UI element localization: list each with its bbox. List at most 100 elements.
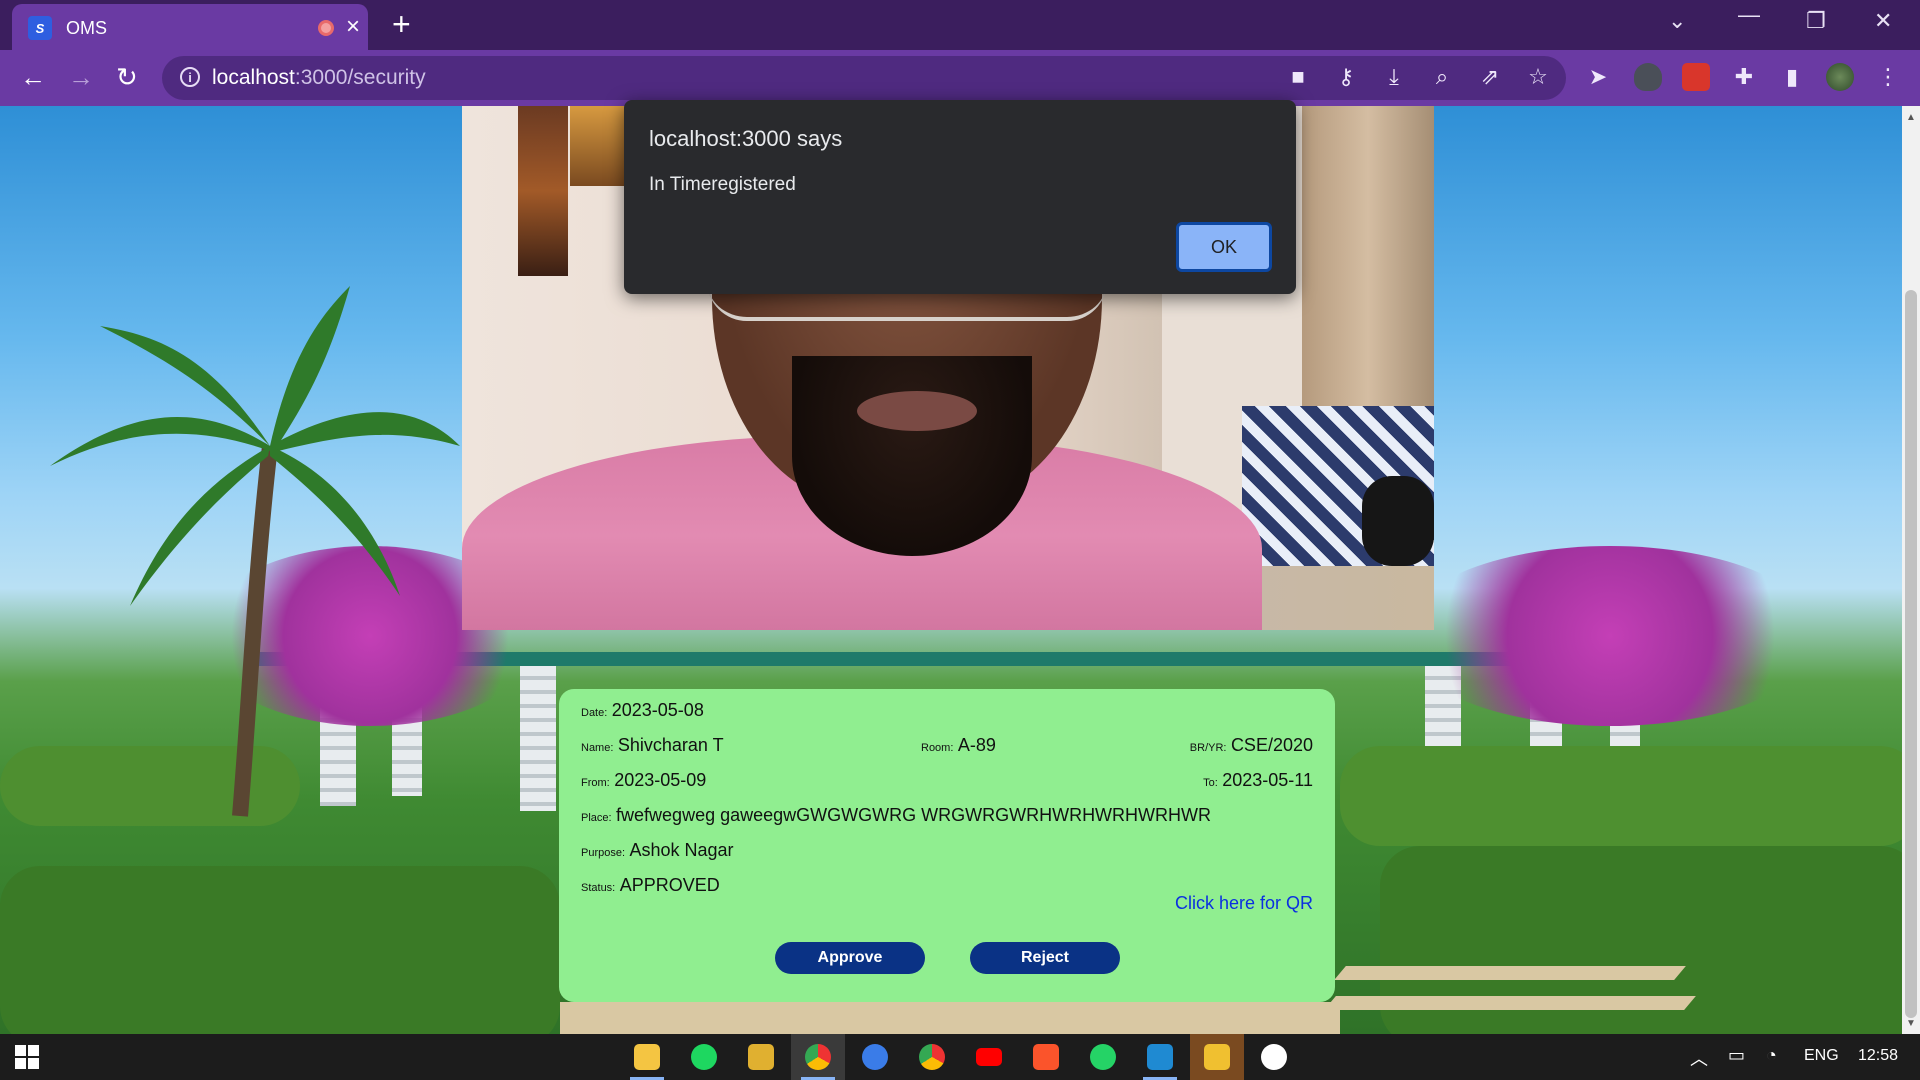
dialog-message: In Timeregistered <box>649 174 796 195</box>
start-button[interactable] <box>0 1034 54 1080</box>
spotify-icon <box>691 1044 717 1070</box>
taskbar-youtube[interactable] <box>962 1034 1016 1080</box>
youtube-icon <box>976 1048 1002 1066</box>
reload-button[interactable]: ↻ <box>116 62 138 93</box>
share-icon[interactable]: ⇗ <box>1476 64 1504 90</box>
purpose-value: Ashok Nagar <box>629 840 734 860</box>
status-label: Status: <box>581 882 616 894</box>
extensions-puzzle-icon[interactable]: ✚ <box>1730 64 1758 90</box>
tab-search-chevron-icon[interactable]: ⌄ <box>1668 8 1686 34</box>
restore-button[interactable]: ❐ <box>1806 8 1826 34</box>
taskbar-chrome-active[interactable] <box>791 1034 845 1080</box>
brave-icon <box>1033 1044 1059 1070</box>
ublock-extension-icon[interactable] <box>1634 63 1662 91</box>
reject-button[interactable]: Reject <box>970 942 1120 974</box>
place-field: Place: fwefwegweg gaweegwGWGWGWRG WRGWRG… <box>581 805 1211 826</box>
scrollbar-thumb[interactable] <box>1905 290 1917 1018</box>
tab-title: OMS <box>66 18 108 38</box>
purpose-label: Purpose: <box>581 847 626 859</box>
place-label: Place: <box>581 812 612 824</box>
taskbar-whatsapp[interactable] <box>1076 1034 1130 1080</box>
alert-dialog: localhost:3000 says In Timeregistered OK <box>624 100 1296 294</box>
minimize-button[interactable]: — <box>1738 2 1760 28</box>
taskbar-brave[interactable] <box>1019 1034 1073 1080</box>
app-folder-icon <box>1204 1044 1230 1070</box>
name-field: Name: Shivcharan T <box>581 735 724 756</box>
chrome-icon <box>919 1044 945 1070</box>
tab-strip: S OMS × + ⌄ — ❐ ✕ <box>0 0 1920 50</box>
date-field: Date: 2023-05-08 <box>581 700 704 721</box>
back-button[interactable]: ← <box>20 62 46 93</box>
browser-menu-icon[interactable]: ⋮ <box>1874 64 1902 90</box>
room-label: Room: <box>921 742 954 754</box>
forward-button[interactable]: → <box>68 62 94 93</box>
windows-logo-icon <box>15 1045 39 1069</box>
status-field: Status: APPROVED <box>581 875 720 896</box>
taskbar-app-yellow[interactable] <box>734 1034 788 1080</box>
language-indicator[interactable]: ENG <box>1804 1047 1839 1065</box>
close-window-button[interactable]: ✕ <box>1874 8 1892 34</box>
battery-icon[interactable]: ▭ <box>1728 1045 1745 1066</box>
tab-oms[interactable]: S OMS × <box>12 4 368 50</box>
place-value: fwefwegweg gaweegwGWGWGWRG WRGWRGWRHWRHW… <box>616 805 1212 825</box>
date-label: Date: <box>581 707 608 719</box>
url-text[interactable]: localhost:3000/security <box>212 66 426 90</box>
browser-toolbar: ← → ↻ i localhost:3000/security ■ ⚷ ⤓ ⌕ … <box>0 50 1920 106</box>
chrome-icon <box>805 1044 831 1070</box>
site-info-icon[interactable]: i <box>180 67 200 87</box>
url-host: localhost <box>212 66 295 89</box>
name-label: Name: <box>581 742 614 754</box>
bryr-label: BR/YR: <box>1189 742 1227 754</box>
room-value: A-89 <box>957 735 996 755</box>
camera-icon[interactable]: ■ <box>1284 64 1312 90</box>
from-field: From: 2023-05-09 <box>581 770 706 791</box>
file-explorer-icon <box>634 1044 660 1070</box>
wifi-icon[interactable]: ◔ <box>1766 1045 1777 1066</box>
app-white-icon <box>1261 1044 1287 1070</box>
new-tab-button[interactable]: + <box>392 6 411 43</box>
url-path: :3000/security <box>294 66 426 89</box>
status-value: APPROVED <box>619 875 720 895</box>
from-label: From: <box>581 777 610 789</box>
dialog-ok-button[interactable]: OK <box>1176 222 1272 272</box>
whatsapp-icon <box>1090 1044 1116 1070</box>
taskbar-app-folder[interactable] <box>1190 1034 1244 1080</box>
red-extension-icon[interactable] <box>1682 63 1710 91</box>
clock[interactable]: 12:58 <box>1858 1047 1898 1065</box>
side-panel-icon[interactable]: ▮ <box>1778 64 1806 90</box>
tray-chevron-icon[interactable]: ︿ <box>1690 1045 1708 1071</box>
bookmark-star-icon[interactable]: ☆ <box>1524 64 1552 90</box>
taskbar-file-explorer[interactable] <box>620 1034 674 1080</box>
taskbar-chrome[interactable] <box>905 1034 959 1080</box>
taskbar-spotify[interactable] <box>677 1034 731 1080</box>
install-icon[interactable]: ⤓ <box>1380 64 1408 90</box>
qr-link[interactable]: Click here for QR <box>1175 893 1313 914</box>
date-value: 2023-05-08 <box>611 700 704 720</box>
vscode-icon <box>1147 1044 1173 1070</box>
zoom-icon[interactable]: ⌕ <box>1428 64 1456 90</box>
app-blue-icon <box>862 1044 888 1070</box>
scroll-down-icon[interactable]: ▼ <box>1906 1018 1916 1029</box>
cursor-extension-icon[interactable]: ➤ <box>1584 64 1612 90</box>
to-value: 2023-05-11 <box>1222 770 1313 790</box>
tab-close-icon[interactable]: × <box>346 13 360 41</box>
name-value: Shivcharan T <box>617 735 724 755</box>
dialog-title: localhost:3000 says <box>649 126 843 151</box>
key-icon[interactable]: ⚷ <box>1332 64 1360 90</box>
taskbar-app-white[interactable] <box>1247 1034 1301 1080</box>
windows-taskbar: ︿ ▭ ◔ ENG 12:58 <box>0 1034 1920 1080</box>
scroll-up-icon[interactable]: ▲ <box>1906 112 1916 123</box>
page-scrollbar[interactable]: ▲ ▼ <box>1902 106 1920 1034</box>
taskbar-app-blue[interactable] <box>848 1034 902 1080</box>
to-label: To: <box>1203 777 1218 789</box>
profile-avatar[interactable] <box>1826 63 1854 91</box>
bryr-value: CSE/2020 <box>1230 735 1313 755</box>
purpose-field: Purpose: Ashok Nagar <box>581 840 734 861</box>
palm-tree-image <box>50 286 460 817</box>
outpass-card: Date: 2023-05-08 Name: Shivcharan T Room… <box>559 689 1335 1002</box>
approve-button[interactable]: Approve <box>775 942 925 974</box>
recording-indicator-icon <box>318 20 334 36</box>
oms-favicon-icon: S <box>28 16 52 40</box>
from-value: 2023-05-09 <box>614 770 707 790</box>
taskbar-vscode[interactable] <box>1133 1034 1187 1080</box>
